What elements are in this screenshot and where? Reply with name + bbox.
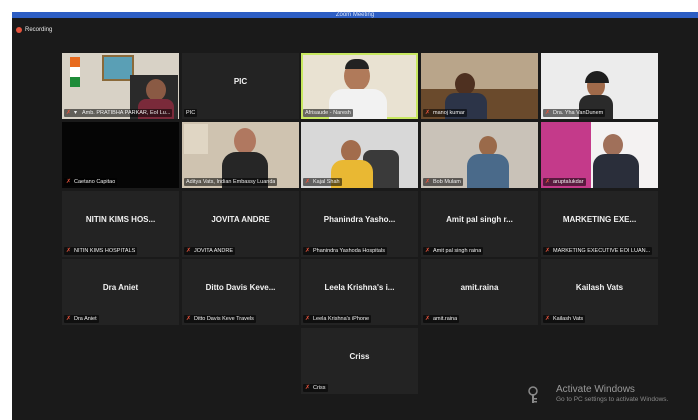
mic-muted-icon: ✗: [66, 109, 72, 116]
mic-muted-icon: ✗: [545, 315, 551, 322]
participant-display-name: Leela Krishna's i...: [324, 283, 395, 292]
mic-muted-icon: ✗: [425, 178, 431, 185]
mic-muted-icon: ✗: [425, 315, 431, 322]
mic-muted-icon: ✗: [186, 247, 192, 254]
mic-muted-icon: ✗: [305, 315, 311, 322]
video-tile[interactable]: Leela Krishna's i... ✗ Leela Krishna's i…: [301, 259, 418, 325]
title-bar[interactable]: Zoom Meeting: [12, 12, 698, 18]
video-tile[interactable]: ✗ Bob Mulam: [421, 122, 538, 188]
video-tile[interactable]: ✗ ▾ Amb. PRATIBHA PARKAR, EoI Lu...: [62, 53, 179, 119]
watermark-title: Activate Windows: [556, 384, 635, 395]
participant-nametag: ✗ Amit pal singh raina: [423, 247, 484, 255]
participant-nametag: ✗ Leela Krishna's iPhone: [303, 315, 372, 323]
mic-muted-icon: ✗: [305, 384, 311, 391]
window-frame-left: [0, 12, 12, 420]
video-tile[interactable]: Dra Aniet ✗ Dra Aniet: [62, 259, 179, 325]
participant-nametag: ✗ Caetano Capitao: [64, 178, 118, 186]
participant-display-name: Amit pal singh r...: [446, 215, 513, 224]
participant-display-name: MARKETING EXE...: [562, 215, 637, 224]
watermark-subtitle: Go to PC settings to activate Windows.: [556, 396, 669, 403]
participant-nametag: ✗ MARKETING EXECUTIVE EOI LUAN...: [543, 247, 653, 255]
participant-nametag: ✗ Ditto Davis Keve Travels: [184, 315, 256, 323]
participant-display-name: Ditto Davis Keve...: [205, 283, 276, 292]
video-tile[interactable]: ✗ manoj kumar: [421, 53, 538, 119]
participant-display-name: Kailash Vats: [575, 283, 624, 292]
video-tile[interactable]: Kailash Vats ✗ Kailash Vats: [541, 259, 658, 325]
video-tile[interactable]: ✗ aruptalukdar: [541, 122, 658, 188]
video-tile[interactable]: NITIN KIMS HOS... ✗ NITIN KIMS HOSPITALS: [62, 191, 179, 257]
mic-muted-icon: ✗: [66, 247, 72, 254]
mic-muted-icon: ✗: [545, 109, 551, 116]
participant-display-name: Phanindra Yasho...: [323, 215, 396, 224]
participant-nametag: ✗ Kailash Vats: [543, 315, 586, 323]
participant-display-name: Dra Aniet: [102, 283, 139, 292]
mic-muted-icon: ✗: [545, 178, 551, 185]
participant-display-name: Criss: [349, 352, 370, 361]
recording-indicator[interactable]: Recording: [16, 25, 52, 35]
video-tile[interactable]: Ditto Davis Keve... ✗ Ditto Davis Keve T…: [182, 259, 299, 325]
video-tile[interactable]: amit.raina ✗ amit.raina: [421, 259, 538, 325]
mic-muted-icon: ✗: [305, 247, 311, 254]
video-tile[interactable]: Amit pal singh r... ✗ Amit pal singh rai…: [421, 191, 538, 257]
participant-display-name: PIC: [233, 77, 248, 86]
participant-nametag: Aditya Vats, Indian Embassy Luanda: [184, 178, 278, 186]
video-tile[interactable]: MARKETING EXE... ✗ MARKETING EXECUTIVE E…: [541, 191, 658, 257]
participant-nametag: ✗ Phanindra Yashoda Hospitals: [303, 247, 387, 255]
video-tile-active-speaker[interactable]: Afrisaude - Naresh: [301, 53, 418, 119]
video-tile[interactable]: Phanindra Yasho... ✗ Phanindra Yashoda H…: [301, 191, 418, 257]
key-icon: [528, 386, 538, 403]
participant-nametag: PIC: [184, 109, 198, 117]
record-icon: [16, 27, 22, 33]
participant-nametag: ✗ Kajal Shah: [303, 178, 342, 186]
participant-nametag: ✗ JOVITA ANDRE: [184, 247, 236, 255]
participant-nametag: ✗ aruptalukdar: [543, 178, 586, 186]
video-tile[interactable]: ✗ Caetano Capitao: [62, 122, 179, 188]
pin-icon: ▾: [74, 109, 78, 116]
participant-nametag: ✗ Criss: [303, 384, 328, 392]
participant-nametag: ✗ ▾ Amb. PRATIBHA PARKAR, EoI Lu...: [64, 109, 173, 117]
participant-nametag: ✗ NITIN KIMS HOSPITALS: [64, 247, 138, 255]
participant-display-name: JOVITA ANDRE: [211, 215, 270, 224]
participant-nametag: ✗ manoj kumar: [423, 109, 467, 117]
video-tile[interactable]: ✗ Kajal Shah: [301, 122, 418, 188]
video-tile[interactable]: JOVITA ANDRE ✗ JOVITA ANDRE: [182, 191, 299, 257]
video-tile[interactable]: PIC PIC: [182, 53, 299, 119]
participant-nametag: ✗ Dra Aniet: [64, 315, 99, 323]
mic-muted-icon: ✗: [545, 247, 551, 254]
participant-display-name: amit.raina: [460, 283, 499, 292]
mic-muted-icon: ✗: [425, 247, 431, 254]
participant-display-name: NITIN KIMS HOS...: [85, 215, 156, 224]
mic-muted-icon: ✗: [66, 315, 72, 322]
recording-label: Recording: [25, 27, 53, 33]
mic-muted-icon: ✗: [425, 109, 431, 116]
participant-nametag: Afrisaude - Naresh: [303, 109, 353, 117]
video-tile[interactable]: Aditya Vats, Indian Embassy Luanda: [182, 122, 299, 188]
mic-muted-icon: ✗: [66, 178, 72, 185]
activate-windows-watermark: Activate Windows Go to PC settings to ac…: [528, 384, 669, 403]
participant-nametag: ✗ Dra. Yha VanDunem: [543, 109, 606, 117]
participant-nametag: ✗ Bob Mulam: [423, 178, 463, 186]
flag-icon: [70, 57, 80, 87]
window-title: Zoom Meeting: [335, 12, 375, 18]
video-tile[interactable]: Criss ✗ Criss: [301, 328, 418, 394]
participant-nametag: ✗ amit.raina: [423, 315, 460, 323]
mic-muted-icon: ✗: [186, 315, 192, 322]
video-tile[interactable]: ✗ Dra. Yha VanDunem: [541, 53, 658, 119]
mic-muted-icon: ✗: [305, 178, 311, 185]
